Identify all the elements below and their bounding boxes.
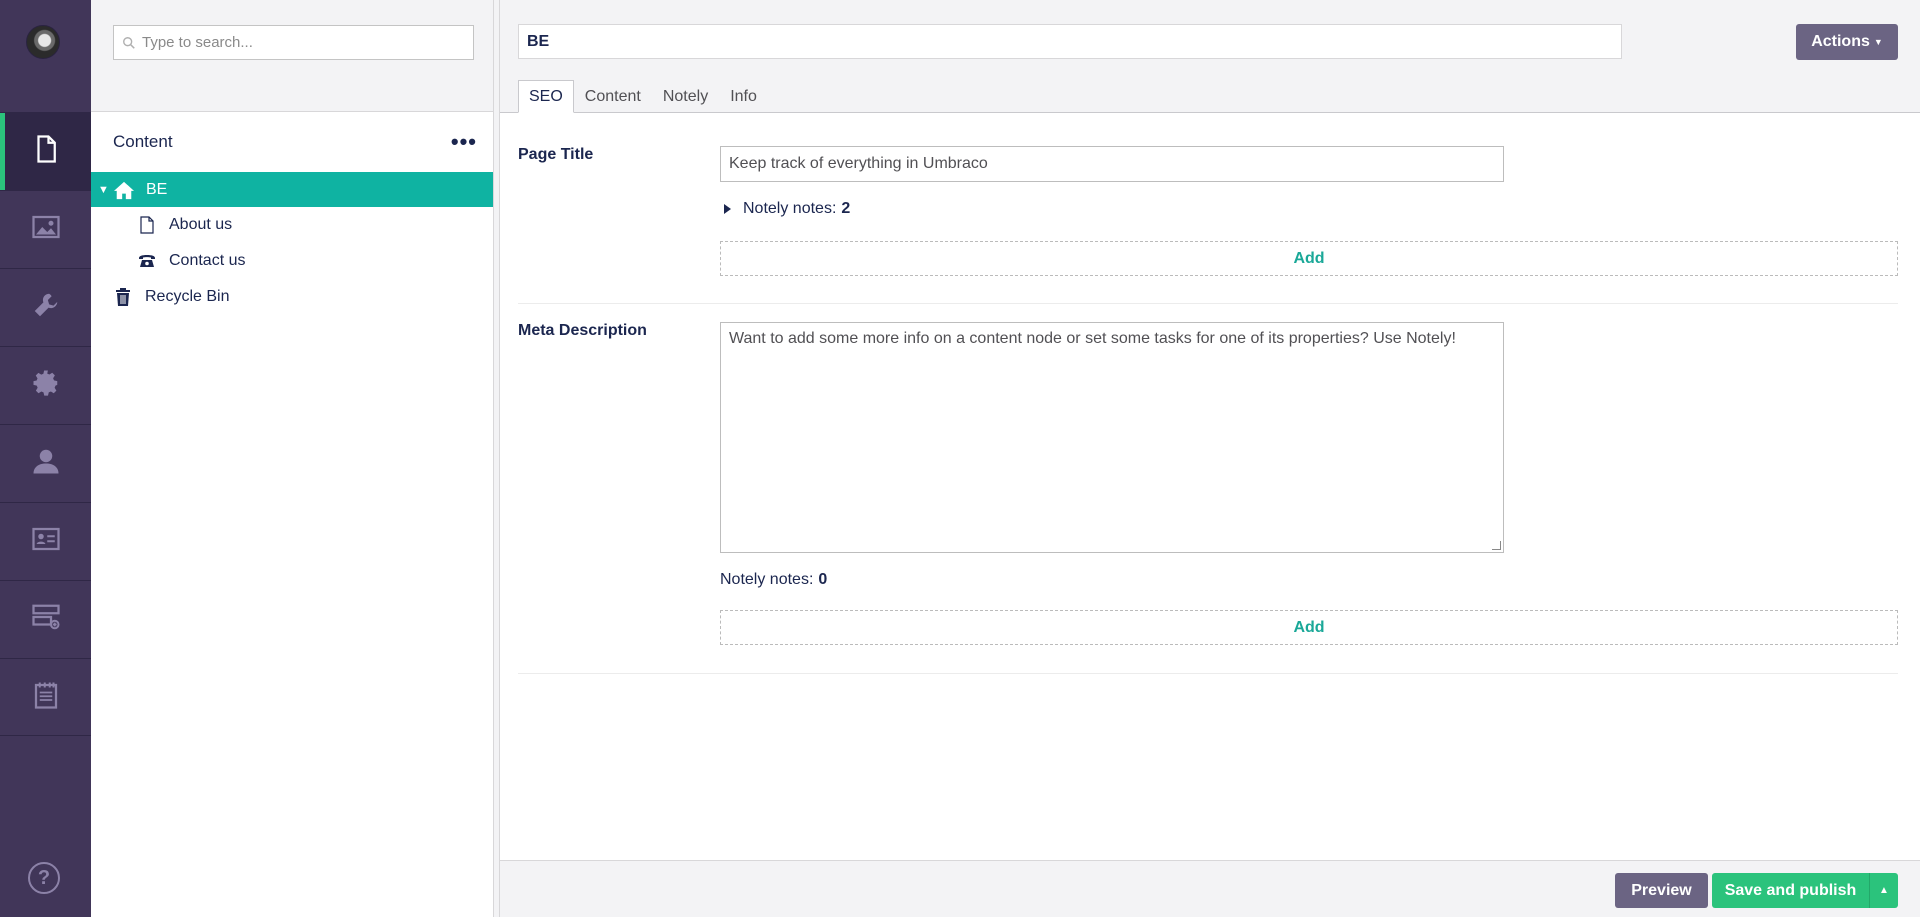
tree-node-label: BE [146,180,168,198]
property-divider [518,303,1898,304]
tree-node-label: About us [169,216,233,233]
document-icon [135,214,159,236]
tab-content[interactable]: Content [574,80,652,113]
page-title-label: Page Title [518,146,594,163]
tree-node-about-us[interactable]: About us [91,207,493,243]
section-forms[interactable] [0,580,91,658]
section-media[interactable] [0,190,91,268]
notes-label: Notely notes: [743,200,837,217]
search-icon [123,36,135,49]
section-users[interactable] [0,424,91,502]
user-icon [31,446,61,481]
save-and-publish-label: Save and publish [1724,881,1857,899]
gear-icon [31,368,61,403]
meta-description-label: Meta Description [518,322,647,339]
caret-down-icon[interactable]: ▼ [98,184,109,196]
section-members[interactable] [0,502,91,580]
page-title-add-note-button[interactable]: Add [720,241,1898,276]
wrench-icon [31,290,61,325]
section-settings[interactable] [0,268,91,346]
help-button[interactable]: ? [28,862,60,894]
meta-description-add-note-button[interactable]: Add [720,610,1898,645]
forms-icon [31,602,61,637]
tree-search-bar: Type to search... [91,0,493,112]
section-notes[interactable] [0,658,91,736]
tree-more-button[interactable]: ••• [451,129,477,155]
tree-node-recycle-bin[interactable]: Recycle Bin [91,279,493,315]
resize-handle-icon[interactable] [1492,541,1501,550]
section-rail: ? [0,0,91,917]
meta-description-notes: Notely notes: 0 [720,571,827,589]
section-list [0,112,91,736]
id-card-icon [31,524,61,559]
preview-button[interactable]: Preview [1615,873,1708,908]
tab-seo[interactable]: SEO [518,80,574,113]
tab-notely[interactable]: Notely [652,80,719,113]
expand-triangle-icon [724,204,731,214]
editor-header: BE Actions ▼ SEO Content Notely Info [500,0,1920,113]
section-packages[interactable] [0,346,91,424]
meta-description-textarea[interactable]: Want to add some more info on a content … [720,322,1504,553]
meta-description-text: Want to add some more info on a content … [729,330,1456,347]
image-icon [31,212,61,247]
home-icon [112,179,136,201]
document-icon [31,134,61,169]
tree-node-label: Recycle Bin [145,288,230,305]
tree-node-contact-us[interactable]: Contact us [91,243,493,279]
notes-count: 2 [841,200,851,217]
actions-label: Actions [1811,33,1870,50]
notepad-icon [31,680,61,715]
tree-node-root[interactable]: ▼ BE [91,172,493,207]
phone-icon [135,250,159,272]
trash-icon [111,286,135,308]
user-avatar[interactable] [26,25,60,59]
tree-node-label: Contact us [169,252,246,269]
editor-footer: Preview Save and publish ▲ [500,860,1920,917]
notes-label: Notely notes: [720,571,814,588]
content-tree-panel: Type to search... Content ••• ▼ BE About… [91,0,494,917]
notes-count: 0 [818,571,828,588]
tree-title: Content [113,132,173,151]
tab-info[interactable]: Info [719,80,768,113]
actions-button[interactable]: Actions ▼ [1796,24,1898,60]
tree-header: Content ••• [91,112,493,172]
tree-search-input[interactable]: Type to search... [113,25,474,60]
save-and-publish-button[interactable]: Save and publish ▲ [1712,873,1898,908]
caret-up-icon[interactable]: ▲ [1869,873,1898,908]
search-placeholder: Type to search... [142,34,253,51]
section-content[interactable] [0,112,91,190]
page-title-input[interactable]: Keep track of everything in Umbraco [720,146,1504,182]
node-name-input[interactable]: BE [518,24,1622,59]
page-title-notes-toggle[interactable]: Notely notes: 2 [724,200,850,218]
editor-tabs: SEO Content Notely Info [518,80,768,113]
help-icon: ? [37,866,51,889]
property-divider [518,673,1898,674]
caret-down-icon: ▼ [1873,37,1883,47]
